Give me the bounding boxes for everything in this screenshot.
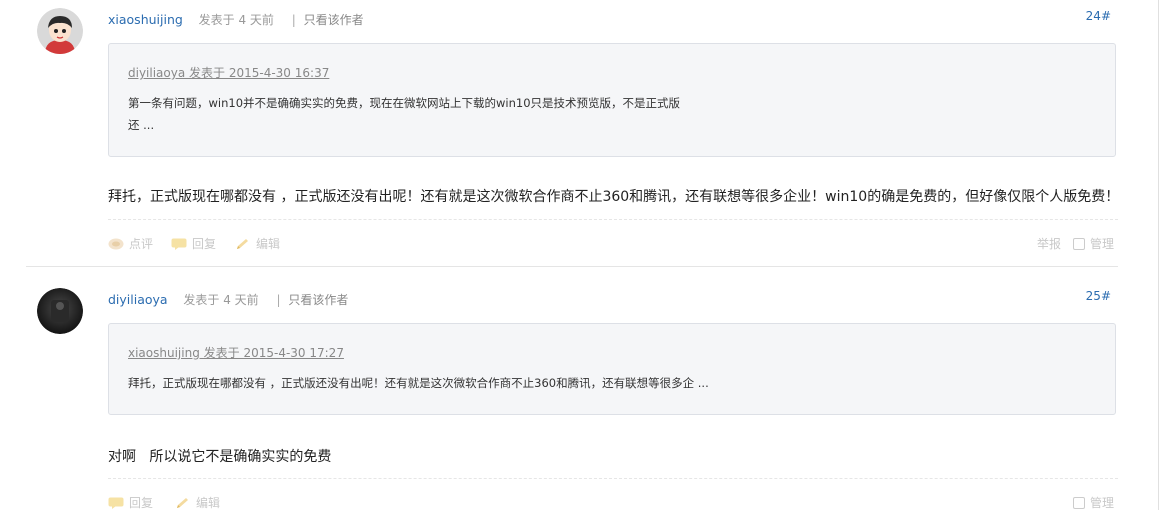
- author-link[interactable]: diyiliaoya: [108, 292, 168, 307]
- edit-button[interactable]: 编辑: [235, 235, 280, 252]
- avatar-xiaoshuijing[interactable]: [37, 8, 83, 54]
- quote-text-line-2: 还 ...: [128, 118, 155, 132]
- quote-header[interactable]: diyiliaoya 发表于 2015-4-30 16:37: [128, 64, 329, 81]
- post-actions: 回复 编辑 管理: [108, 494, 1118, 512]
- content-divider: [108, 219, 1118, 220]
- quote-box: diyiliaoya 发表于 2015-4-30 16:37 第一条有问题，wi…: [108, 43, 1116, 157]
- content-divider: [108, 478, 1118, 479]
- quote-text-line-1: 拜托，正式版现在哪都没有 ，正式版还没有出呢！还有就是这次微软合作商不止360和…: [128, 376, 709, 390]
- reply-label: 回复: [129, 496, 154, 510]
- manage-label: 管理: [1090, 237, 1115, 251]
- edit-icon: [237, 238, 248, 249]
- post-time: 发表于 4 天前: [198, 13, 274, 27]
- floor-number[interactable]: 25#: [1086, 289, 1111, 303]
- only-author-link[interactable]: 只看该作者: [288, 293, 348, 307]
- avatar-diyiliaoya[interactable]: [37, 288, 83, 334]
- manage-toggle[interactable]: 管理: [1073, 494, 1114, 511]
- reply-button[interactable]: 回复: [171, 235, 216, 252]
- post-divider: [26, 266, 1118, 267]
- only-author-link[interactable]: 只看该作者: [304, 13, 364, 27]
- comment-icon: [108, 238, 124, 249]
- report-button[interactable]: 举报: [1037, 235, 1061, 252]
- meta-separator: |: [276, 293, 281, 307]
- manage-checkbox[interactable]: [1073, 496, 1085, 509]
- manage-checkbox[interactable]: [1073, 237, 1085, 250]
- reply-icon: [171, 238, 187, 250]
- post-content: 拜托，正式版现在哪都没有 ，正式版还没有出呢！还有就是这次微软合作商不止360和…: [108, 189, 1120, 205]
- edit-label: 编辑: [196, 496, 221, 510]
- post-content: 对啊 所以说它不是确确实实的免费: [108, 449, 332, 465]
- edit-button[interactable]: 编辑: [175, 494, 220, 511]
- reply-label: 回复: [192, 237, 217, 251]
- edit-label: 编辑: [256, 237, 281, 251]
- post-actions: 点评 回复 编辑 举报 管理: [108, 235, 1118, 253]
- manage-label: 管理: [1090, 496, 1115, 510]
- edit-icon: [177, 497, 188, 508]
- quote-box: xiaoshuijing 发表于 2015-4-30 17:27 拜托，正式版现…: [108, 323, 1116, 415]
- reply-icon: [108, 497, 124, 509]
- author-link[interactable]: xiaoshuijing: [108, 12, 183, 27]
- comment-label: 点评: [129, 237, 154, 251]
- quote-text-line-1: 第一条有问题，win10并不是确确实实的免费，现在在微软网站上下载的win10只…: [128, 96, 681, 110]
- post-meta: diyiliaoya 发表于 4 天前 | 只看该作者: [108, 292, 348, 308]
- floor-number[interactable]: 24#: [1086, 9, 1111, 23]
- reply-button[interactable]: 回复: [108, 494, 153, 511]
- quote-header[interactable]: xiaoshuijing 发表于 2015-4-30 17:27: [128, 344, 344, 361]
- post-meta: xiaoshuijing 发表于 4 天前 | 只看该作者: [108, 12, 364, 28]
- meta-separator: |: [291, 13, 296, 27]
- post-time: 发表于 4 天前: [183, 293, 259, 307]
- manage-toggle[interactable]: 管理: [1073, 235, 1114, 252]
- comment-button[interactable]: 点评: [108, 235, 153, 252]
- report-label: 举报: [1037, 237, 1062, 251]
